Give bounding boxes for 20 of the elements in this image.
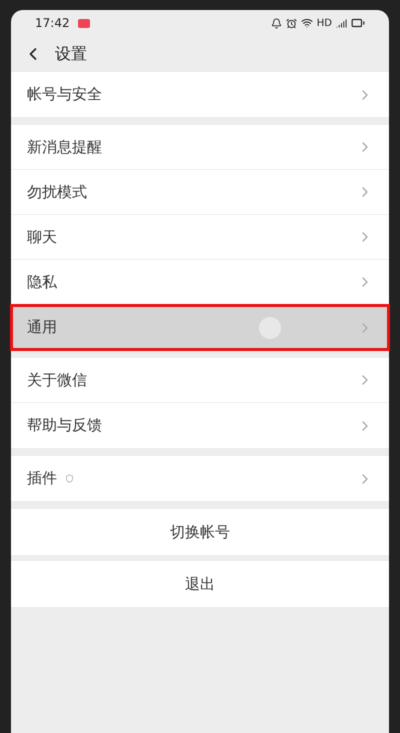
alarm-icon — [286, 18, 297, 28]
item-label: 关于微信 — [27, 370, 87, 391]
item-label: 隐私 — [27, 272, 57, 293]
page-title: 设置 — [55, 43, 87, 65]
time-text: 17:42 — [35, 15, 70, 32]
battery-icon — [351, 16, 365, 30]
item-label: 插件 — [27, 468, 57, 490]
settings-item[interactable]: 通用 — [11, 305, 389, 350]
network-text: HD — [316, 16, 332, 30]
item-label: 帮助与反馈 — [27, 415, 102, 436]
bell-icon — [270, 18, 282, 28]
notification-icon — [78, 18, 90, 28]
action-button[interactable]: 退出 — [11, 561, 389, 607]
item-label: 新消息提醒 — [27, 136, 102, 158]
item-label: 勿扰模式 — [27, 182, 87, 203]
signal-icon — [336, 18, 347, 28]
action-button[interactable]: 切换帐号 — [11, 509, 389, 555]
item-label: 通用 — [27, 317, 57, 338]
item-label: 帐号与安全 — [27, 84, 102, 106]
item-label: 聊天 — [27, 226, 57, 248]
